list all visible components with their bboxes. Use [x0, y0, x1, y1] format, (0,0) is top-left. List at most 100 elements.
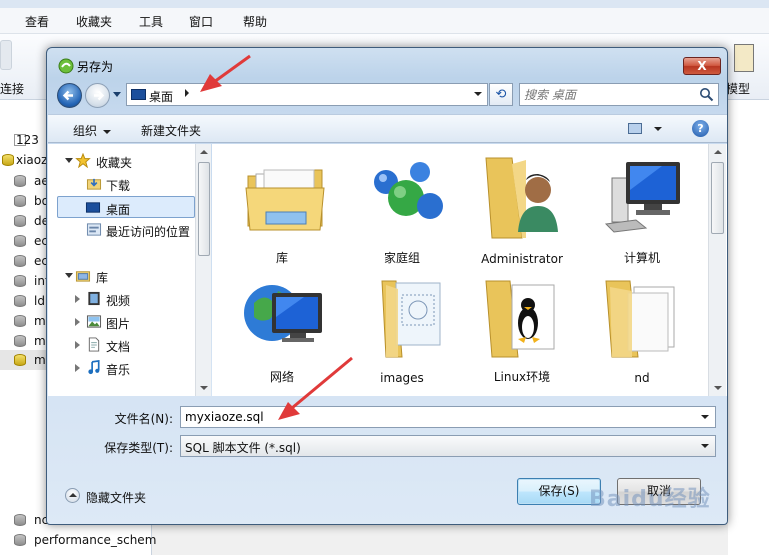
background-content-area [728, 100, 769, 555]
menu-favorites[interactable]: 收藏夹 [76, 13, 112, 30]
search-box[interactable] [519, 83, 719, 106]
dialog-title: 另存为 [77, 60, 114, 74]
chevron-down-icon [103, 129, 112, 134]
expand-right-icon[interactable] [75, 341, 80, 349]
file-list-scroll-thumb[interactable] [711, 162, 724, 234]
nav-item-documents-label: 文档 [106, 340, 131, 354]
menu-help[interactable]: 帮助 [243, 13, 267, 30]
nav-libraries-label: 库 [96, 271, 109, 285]
filetype-dropdown-icon[interactable] [701, 444, 709, 448]
address-dropdown-icon[interactable] [474, 92, 482, 96]
nav-item-music-label: 音乐 [106, 363, 131, 377]
organize-menu[interactable]: 组织 [73, 122, 112, 139]
file-item-label: 家庭组 [383, 251, 420, 265]
chevron-down-icon [113, 92, 121, 97]
scroll-down-icon[interactable] [714, 386, 722, 390]
nav-libraries-group[interactable]: 库 [48, 265, 194, 287]
tree-item[interactable]: performance_schem [0, 530, 156, 550]
menu-window[interactable]: 窗口 [189, 13, 213, 30]
computer-icon [604, 162, 680, 233]
nav-item-downloads-label: 下载 [106, 179, 131, 193]
menu-view[interactable]: 查看 [25, 13, 49, 30]
search-input[interactable] [524, 86, 694, 103]
filetype-select[interactable]: SQL 脚本文件 (*.sql) [180, 435, 716, 457]
file-item-homegroup[interactable]: 家庭组 [347, 148, 457, 266]
scroll-down-icon[interactable] [200, 386, 208, 390]
background-title-bar [0, 0, 769, 8]
filetype-label: 保存类型(T): [104, 441, 173, 455]
new-folder-button[interactable]: 新建文件夹 [141, 122, 201, 139]
homegroup-icon [374, 162, 443, 219]
search-icon[interactable] [699, 87, 714, 102]
address-current-location[interactable]: 桌面 [149, 88, 173, 105]
expand-right-icon[interactable] [75, 318, 80, 326]
file-item-administrator[interactable]: Administrator [467, 148, 577, 266]
forward-button[interactable] [85, 83, 110, 108]
file-item-library[interactable]: 库 [227, 148, 337, 266]
user-folder-icon [485, 157, 558, 239]
file-item-computer[interactable]: 计算机 [587, 148, 697, 266]
nav-item-desktop-label: 桌面 [106, 203, 131, 217]
file-item-label: 计算机 [623, 251, 660, 265]
file-item-label: images [380, 371, 424, 385]
nav-item-pictures[interactable]: 图片 [48, 311, 194, 333]
connect-tool-icon[interactable] [0, 40, 12, 70]
downloads-folder-icon [86, 178, 102, 190]
address-bar[interactable]: 桌面 [126, 83, 488, 106]
view-options-icon[interactable] [628, 123, 642, 134]
nav-item-music[interactable]: 音乐 [48, 357, 194, 379]
nav-item-videos-label: 视频 [106, 294, 131, 308]
nav-item-documents[interactable]: 文档 [48, 334, 194, 356]
save-as-dialog: 另存为 X 桌面 ⟲ 组织 新建文件夹 ? 收藏夹 下载 [46, 47, 728, 525]
collapse-up-icon[interactable] [65, 488, 80, 503]
breadcrumb-chevron-icon[interactable] [185, 89, 189, 97]
menu-tools[interactable]: 工具 [139, 13, 163, 30]
close-button[interactable]: X [683, 57, 721, 75]
scroll-up-icon[interactable] [200, 150, 208, 154]
file-item-nd[interactable]: nd [587, 267, 697, 385]
file-item-images[interactable]: images [347, 267, 457, 385]
nav-item-recent-places[interactable]: 最近访问的位置 [48, 219, 194, 241]
file-item-linux-env[interactable]: Linux环境 [467, 267, 577, 385]
library-icon [75, 271, 91, 282]
connect-label: 连接 [0, 82, 25, 96]
file-list-pane: 库 家庭组 Administrator 计算机 网络 images Linux环… [212, 144, 727, 396]
video-icon [88, 291, 100, 306]
file-item-label: Linux环境 [493, 370, 551, 384]
file-item-network[interactable]: 网络 [227, 267, 337, 385]
expand-right-icon[interactable] [75, 295, 80, 303]
nav-item-recent-label: 最近访问的位置 [106, 225, 191, 239]
scroll-up-icon[interactable] [714, 150, 722, 154]
expand-right-icon[interactable] [75, 364, 80, 372]
documents-icon [88, 337, 100, 352]
nav-favorites-group[interactable]: 收藏夹 [48, 150, 194, 172]
navicat-app-icon [58, 58, 74, 74]
nav-pane-scrollbar[interactable] [195, 144, 211, 396]
refresh-icon: ⟲ [495, 87, 507, 102]
command-bar: 组织 新建文件夹 ? [48, 114, 727, 143]
nav-pane-scroll-thumb[interactable] [198, 162, 210, 256]
view-dropdown-icon[interactable] [654, 127, 662, 131]
music-icon [88, 360, 100, 375]
file-list-scrollbar[interactable] [708, 144, 726, 396]
filename-dropdown-icon[interactable] [701, 415, 709, 419]
recent-places-icon [86, 223, 102, 236]
back-button[interactable] [57, 83, 82, 108]
file-item-label: Administrator [481, 252, 563, 266]
model-icon[interactable] [734, 44, 754, 72]
nav-item-downloads[interactable]: 下载 [48, 173, 194, 195]
nav-favorites-label: 收藏夹 [96, 156, 133, 170]
help-icon[interactable]: ? [692, 120, 709, 137]
background-menu-bar: 查看 收藏夹 工具 窗口 帮助 [0, 8, 769, 34]
filetype-value: SQL 脚本文件 (*.sql) [185, 441, 301, 455]
expand-down-icon[interactable] [65, 273, 73, 278]
nav-item-desktop[interactable]: 桌面 [57, 196, 195, 218]
filename-combobox[interactable] [180, 406, 716, 428]
folder-icon [381, 280, 441, 358]
expand-down-icon[interactable] [65, 158, 73, 163]
nav-item-videos[interactable]: 视频 [48, 288, 194, 310]
nav-item-pictures-label: 图片 [106, 317, 131, 331]
filename-input[interactable] [185, 409, 685, 425]
desktop-icon [131, 89, 146, 100]
refresh-button[interactable]: ⟲ [489, 83, 513, 106]
